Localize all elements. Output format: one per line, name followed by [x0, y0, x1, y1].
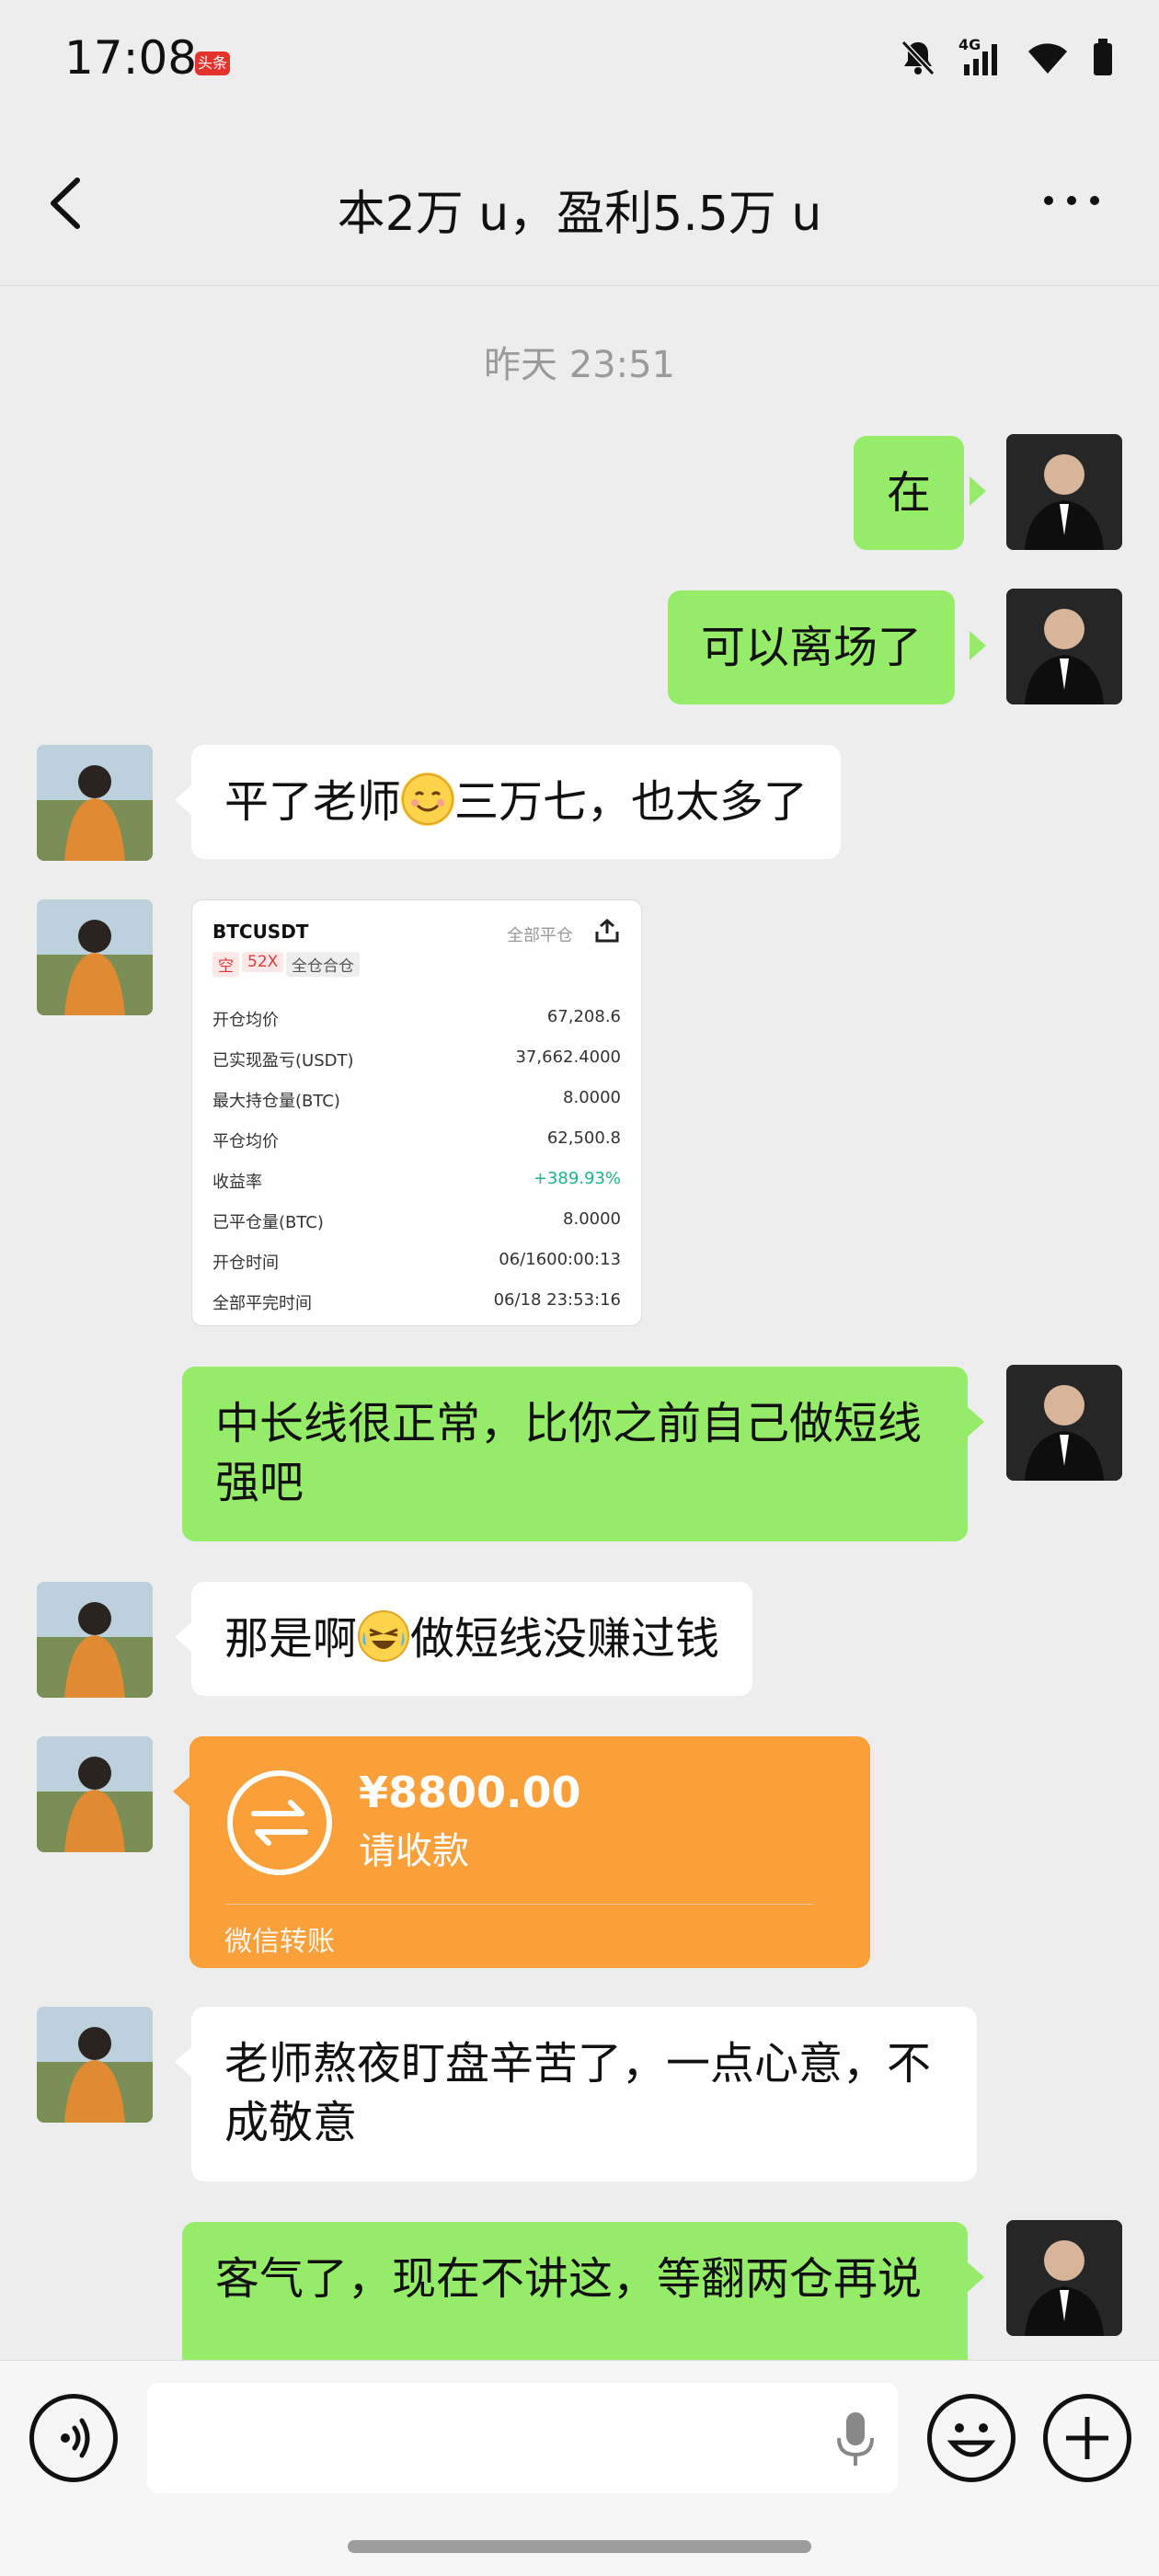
trade-row: 开仓时间 06/1600:00:13 — [212, 1250, 621, 1273]
message-text: 平了老师 — [224, 776, 402, 828]
trade-row: 全部平完时间 06/18 23:53:16 — [212, 1290, 621, 1313]
message-text: 老师熬夜盯盘辛苦了，一点心意，不成敬意 — [224, 2038, 932, 2148]
message-text: 中长线很正常，比你之前自己做短线强吧 — [215, 1398, 923, 1508]
share-icon — [595, 919, 619, 943]
voice-mode-icon[interactable] — [29, 2394, 118, 2482]
trade-row: 开仓均价 67,208.6 — [212, 1007, 621, 1030]
incoming-message[interactable]: 那是啊 做短线没赚过钱 — [191, 1582, 753, 1696]
tag-margin-mode: 全仓合仓 — [286, 952, 360, 977]
trade-row: 收益率 +389.93% — [212, 1169, 621, 1192]
add-attachment-icon[interactable] — [1043, 2394, 1131, 2482]
bubble-tail — [175, 2047, 191, 2077]
bubble-tail — [970, 631, 986, 660]
contact-avatar[interactable] — [37, 1736, 153, 1852]
bubble-tail — [970, 476, 986, 506]
status-bar: 17:08 头条 4G — [0, 0, 1159, 129]
transfer-footer: 微信转账 — [224, 1926, 335, 1958]
message-text: 那是啊 — [224, 1613, 358, 1665]
trade-action: 全部平仓 — [507, 926, 573, 945]
signal-4g-icon: 4G — [958, 37, 997, 75]
bubble-tail — [175, 1622, 191, 1652]
message-text: 客气了，现在不讲这，等翻两仓再说 — [215, 2253, 923, 2305]
wechat-transfer-card[interactable]: ¥8800.00 请收款 微信转账 — [189, 1736, 870, 1968]
battery-icon — [1094, 39, 1112, 75]
incoming-message[interactable]: 老师熬夜盯盘辛苦了，一点心意，不成敬意 — [191, 2007, 977, 2181]
divider — [226, 1904, 813, 1905]
my-avatar[interactable] — [1006, 1365, 1122, 1481]
contact-avatar[interactable] — [37, 1582, 153, 1698]
status-icons: 4G — [898, 37, 1115, 77]
tag-leverage: 52X — [242, 952, 284, 972]
more-options-icon[interactable] — [1039, 182, 1104, 219]
message-text: 三万七，也太多了 — [454, 776, 809, 828]
bubble-tail — [968, 1407, 984, 1437]
tag-short: 空 — [212, 952, 239, 977]
my-avatar[interactable] — [1006, 434, 1122, 550]
chat-title: 本2万 u，盈利5.5万 u — [337, 187, 822, 242]
trade-row: 已平仓量(BTC) 8.0000 — [212, 1209, 621, 1232]
transfer-arrows-icon — [227, 1770, 332, 1875]
trade-row: 平仓均价 62,500.8 — [212, 1128, 621, 1151]
laugh-cry-emoji-icon — [357, 1609, 410, 1663]
emoji-icon[interactable] — [927, 2394, 1016, 2482]
home-indicator[interactable] — [348, 2540, 811, 2553]
my-avatar[interactable] — [1006, 589, 1122, 704]
outgoing-message[interactable]: 在 — [854, 436, 965, 550]
outgoing-message[interactable]: 中长线很正常，比你之前自己做短线强吧 — [182, 1367, 968, 1541]
contact-avatar[interactable] — [37, 2007, 153, 2123]
bubble-tail — [173, 1777, 189, 1806]
status-time: 17:08 — [64, 31, 198, 85]
svg-text:4G: 4G — [958, 37, 981, 53]
message-text: 做短线没赚过钱 — [410, 1613, 720, 1665]
incoming-message[interactable]: 平了老师 三万七，也太多了 — [191, 745, 842, 859]
transfer-amount: ¥8800.00 — [359, 1768, 581, 1817]
bubble-tail — [968, 2262, 984, 2292]
message-timestamp: 昨天 23:51 — [484, 344, 675, 386]
message-input[interactable] — [147, 2383, 898, 2493]
message-text: 在 — [887, 467, 932, 519]
microphone-icon[interactable] — [835, 2410, 876, 2469]
smile-emoji-icon — [401, 773, 455, 826]
trade-symbol: BTCUSDT — [212, 921, 309, 943]
trade-row: 最大持仓量(BTC) 8.0000 — [212, 1088, 621, 1111]
message-text: 可以离场了 — [701, 622, 923, 673]
wifi-icon — [1028, 43, 1067, 74]
contact-avatar[interactable] — [37, 899, 153, 1015]
outgoing-message[interactable]: 可以离场了 — [668, 590, 956, 704]
trade-screenshot-image[interactable]: BTCUSDT 全部平仓 空 52X 全仓合仓 开仓均价 67,208.6 已实现… — [191, 899, 642, 1326]
contact-avatar[interactable] — [37, 745, 153, 861]
news-app-badge: 头条 — [195, 52, 230, 75]
trade-row: 已实现盈亏(USDT) 37,662.4000 — [212, 1048, 621, 1070]
bubble-tail — [175, 785, 191, 815]
transfer-status: 请收款 — [359, 1830, 469, 1872]
mute-bell-icon — [901, 40, 935, 76]
chat-header: 本2万 u，盈利5.5万 u — [0, 129, 1159, 286]
my-avatar[interactable] — [1006, 2220, 1122, 2336]
